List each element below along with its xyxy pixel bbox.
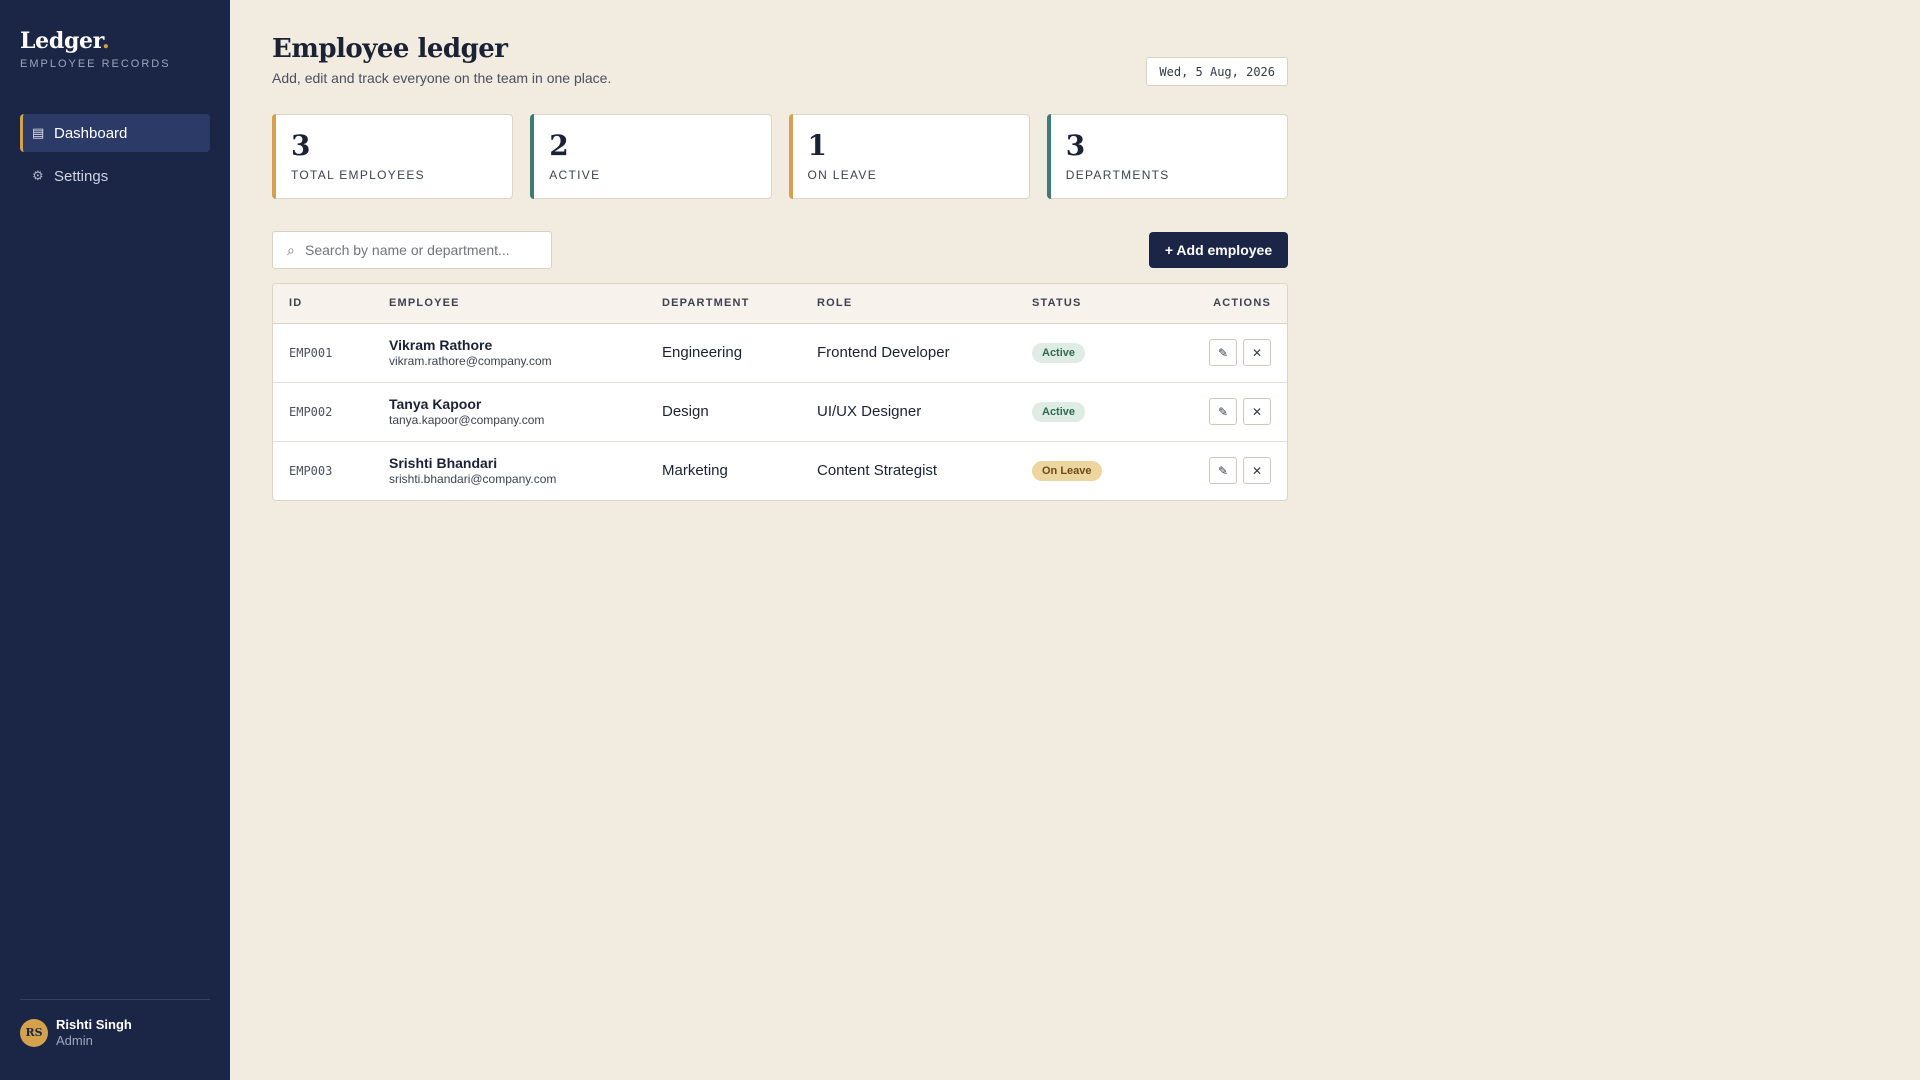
stat-label: ACTIVE (549, 167, 601, 182)
employee-email: tanya.kapoor@company.com (389, 413, 545, 427)
status-cell: Active (1016, 323, 1146, 383)
sidebar-item-dashboard[interactable]: ▤ Dashboard (20, 114, 210, 152)
search-box: ⌕ (272, 231, 552, 269)
column-header-status[interactable]: STATUS (1016, 284, 1146, 324)
employee-id: EMP003 (289, 464, 333, 479)
table-row[interactable]: EMP001 Vikram Rathore vikram.rathore@com… (273, 323, 1287, 383)
user-name: Rishti Singh (56, 1017, 132, 1032)
sidebar-nav: ▤ Dashboard ⚙ Settings (20, 114, 210, 200)
employee-cell: Vikram Rathore vikram.rathore@company.co… (373, 323, 646, 383)
table-row[interactable]: EMP002 Tanya Kapoor tanya.kapoor@company… (273, 382, 1287, 442)
status-badge: Active (1032, 342, 1086, 363)
page-title: Employee ledger (272, 34, 508, 64)
employee-cell: Tanya Kapoor tanya.kapoor@company.com (373, 382, 646, 442)
edit-icon[interactable]: ✎ (1209, 457, 1237, 485)
user-info: Rishti Singh Admin (56, 1017, 132, 1048)
employee-name: Tanya Kapoor (389, 396, 482, 412)
stats-row: 3 TOTAL EMPLOYEES 2 ACTIVE 1 ON LEAVE 3 … (272, 114, 1288, 199)
employee-table: ID EMPLOYEE DEPARTMENT ROLE STATUS ACTIO… (272, 283, 1288, 501)
employee-department: Engineering (646, 323, 801, 383)
stat-label: TOTAL EMPLOYEES (291, 167, 425, 182)
column-header-department[interactable]: DEPARTMENT (646, 284, 801, 324)
employee-department: Design (646, 382, 801, 442)
employee-name: Vikram Rathore (389, 337, 493, 353)
employee-cell: Srishti Bhandari srishti.bhandari@compan… (373, 441, 646, 500)
stat-value: 1 (807, 129, 827, 162)
sidebar-item-settings[interactable]: ⚙ Settings (20, 157, 210, 195)
date-chip: Wed, 5 Aug, 2026 (1146, 57, 1288, 86)
employee-role: Frontend Developer (801, 323, 1016, 383)
brand-logo[interactable]: Ledger. (20, 28, 171, 54)
user-role: Admin (56, 1033, 93, 1048)
brand-subtitle: EMPLOYEE RECORDS (20, 58, 171, 70)
brand: Ledger. EMPLOYEE RECORDS (20, 28, 171, 70)
delete-icon[interactable]: ✕ (1243, 457, 1271, 485)
employee-name: Srishti Bhandari (389, 455, 498, 472)
page-subtitle: Add, edit and track everyone on the team… (272, 70, 612, 86)
stat-label: ON LEAVE (807, 167, 878, 182)
employee-email: srishti.bhandari@company.com (389, 472, 557, 487)
edit-icon[interactable]: ✎ (1209, 398, 1237, 425)
employee-department: Marketing (662, 462, 728, 480)
delete-icon[interactable]: ✕ (1243, 339, 1271, 366)
stat-card-on-leave: 1 ON LEAVE (788, 114, 1030, 199)
grid-icon: ▤ (32, 125, 45, 140)
employee-role: Content Strategist (817, 462, 938, 480)
edit-icon[interactable]: ✎ (1209, 339, 1237, 366)
sidebar-divider (20, 999, 210, 1000)
stat-card-departments: 3 DEPARTMENTS (1046, 114, 1288, 199)
row-actions: ✎ ✕ (1146, 323, 1287, 383)
status-badge: Active (1032, 401, 1086, 422)
status-cell: Active (1016, 382, 1146, 442)
status-cell: On Leave (1016, 441, 1146, 500)
employee-role: UI/UX Designer (801, 382, 1016, 442)
delete-icon[interactable]: ✕ (1243, 398, 1271, 425)
stat-value: 3 (291, 129, 311, 162)
avatar: RS (20, 1018, 48, 1047)
employee-id: EMP002 (273, 382, 373, 442)
stat-card-total-employees: 3 TOTAL EMPLOYEES (272, 114, 514, 199)
column-header-role[interactable]: ROLE (801, 284, 1016, 324)
column-header-id[interactable]: ID (273, 284, 373, 324)
table-header-row: ID EMPLOYEE DEPARTMENT ROLE STATUS ACTIO… (273, 284, 1287, 324)
gear-icon: ⚙ (32, 168, 44, 183)
add-employee-button[interactable]: + Add employee (1149, 232, 1288, 268)
sidebar-item-label: Dashboard (54, 124, 128, 142)
column-header-employee[interactable]: EMPLOYEE (373, 284, 646, 324)
row-actions: ✎ ✕ (1146, 441, 1287, 500)
column-header-actions: ACTIONS (1146, 284, 1287, 324)
stat-value: 3 (1065, 129, 1086, 162)
table-row[interactable]: EMP003 Srishti Bhandari srishti.bhandari… (273, 441, 1287, 500)
employee-email: vikram.rathore@company.com (389, 354, 552, 368)
user-profile[interactable]: RS Rishti Singh Admin (20, 1017, 132, 1048)
search-input[interactable] (305, 242, 535, 258)
sidebar-item-label: Settings (54, 167, 109, 185)
status-badge: On Leave (1032, 460, 1102, 481)
row-actions: ✎ ✕ (1146, 382, 1287, 442)
employee-id: EMP001 (273, 323, 373, 383)
sidebar: Ledger. EMPLOYEE RECORDS ▤ Dashboard ⚙ S… (0, 0, 230, 1080)
stat-label: DEPARTMENTS (1065, 167, 1170, 182)
stat-value: 2 (549, 129, 569, 162)
stat-card-active: 2 ACTIVE (530, 114, 772, 199)
search-icon: ⌕ (287, 241, 295, 258)
